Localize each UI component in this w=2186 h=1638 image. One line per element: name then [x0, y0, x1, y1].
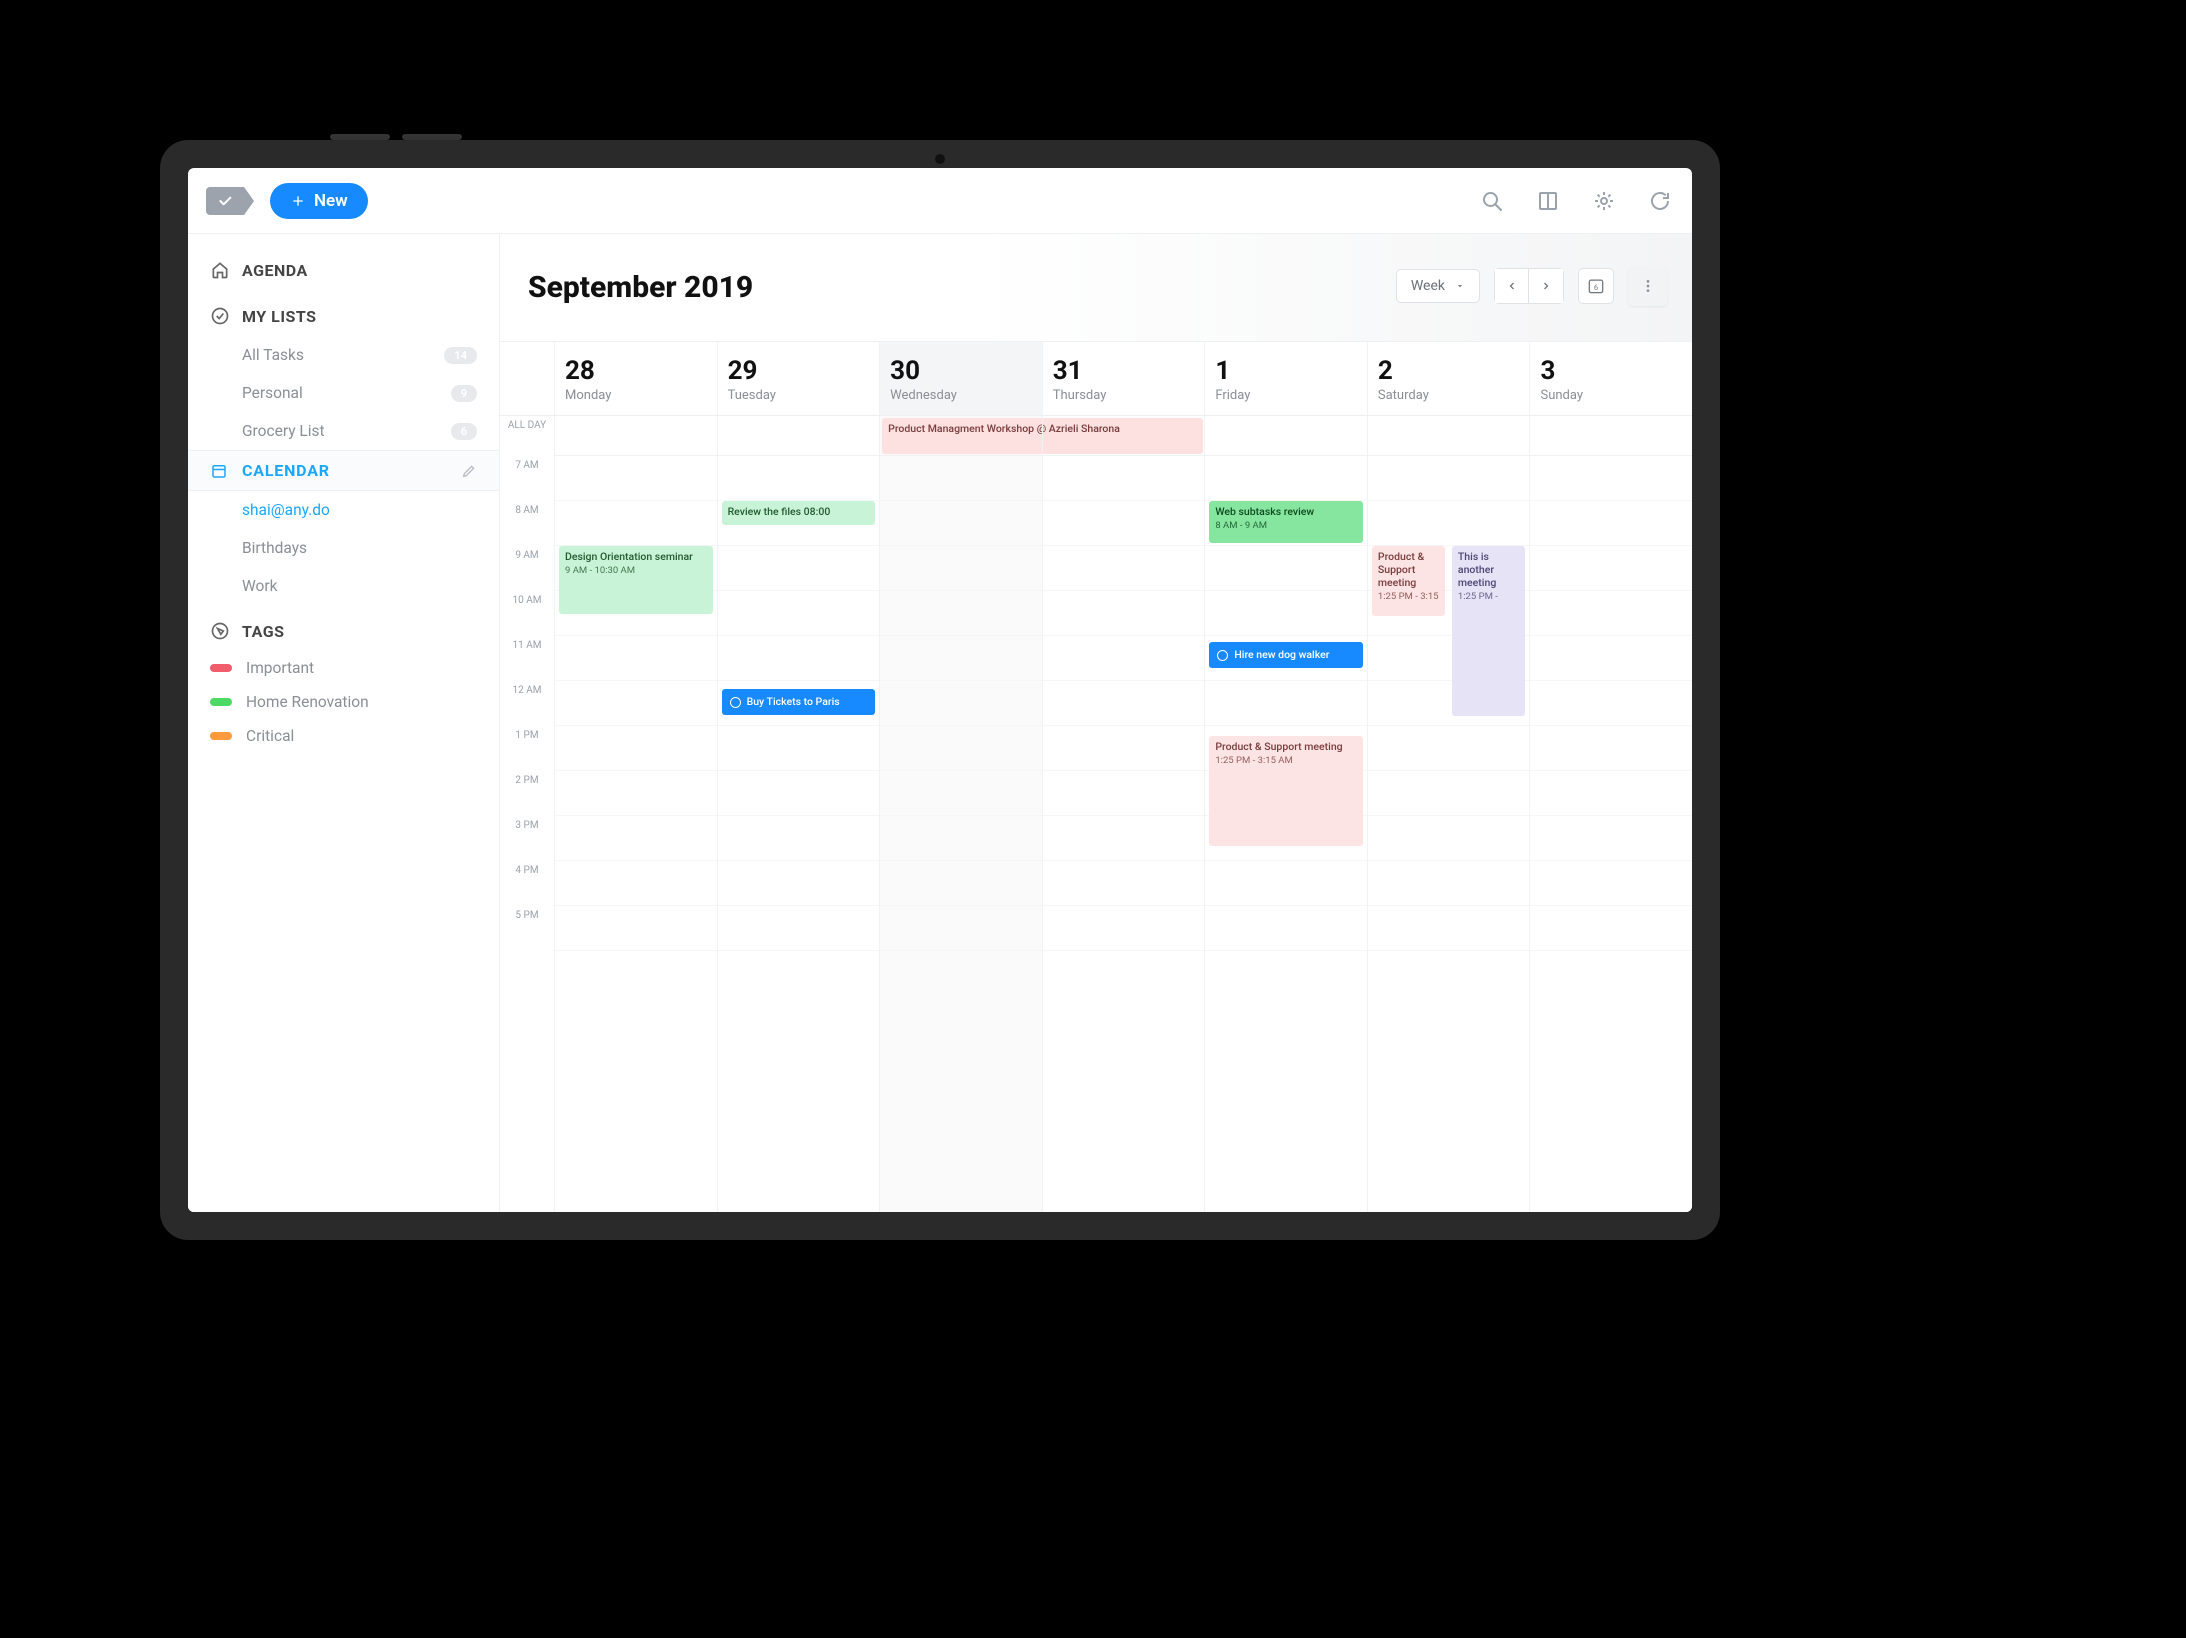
sidebar-list-count: 9	[451, 385, 477, 402]
day-header[interactable]: 2Saturday	[1367, 342, 1530, 415]
day-column-monday[interactable]: Design Orientation seminar 9 AM - 10:30 …	[554, 416, 717, 1212]
event-design-seminar[interactable]: Design Orientation seminar 9 AM - 10:30 …	[559, 546, 713, 614]
tablet-hw-buttons	[330, 134, 462, 140]
tag-label: Important	[246, 659, 314, 677]
more-vertical-icon	[1640, 278, 1656, 294]
sidebar-list-label: Grocery List	[242, 422, 325, 440]
sidebar-calendar-header[interactable]: CALENDAR	[188, 450, 499, 491]
event-dog-walker[interactable]: Hire new dog walker	[1209, 642, 1363, 668]
sidebar: AGENDA MY LISTS All Tasks 14 Personal 9 …	[188, 234, 500, 1212]
event-web-subtasks[interactable]: Web subtasks review 8 AM - 9 AM	[1209, 501, 1363, 543]
sidebar-tag-critical[interactable]: Critical	[188, 719, 499, 753]
view-selector-label: Week	[1411, 278, 1445, 294]
event-product-support-sat[interactable]: Product & Support meeting 1:25 PM - 3:15	[1372, 546, 1446, 616]
calendar-title: September 2019	[528, 270, 753, 305]
new-button-label: New	[314, 191, 348, 211]
day-header[interactable]: 1Friday	[1204, 342, 1367, 415]
home-icon	[210, 260, 230, 280]
event-review-files[interactable]: Review the files 08:00	[722, 501, 876, 525]
tag-swatch	[210, 732, 232, 740]
sidebar-list-label: Personal	[242, 384, 303, 402]
sidebar-tag-important[interactable]: Important	[188, 651, 499, 685]
chevron-right-icon	[1540, 280, 1552, 292]
svg-text:6: 6	[1594, 283, 1598, 292]
sidebar-calendar-account[interactable]: shai@any.do	[188, 491, 499, 529]
sidebar-calendar-work[interactable]: Work	[188, 567, 499, 605]
task-circle-icon	[730, 697, 741, 708]
sidebar-list-count: 6	[451, 423, 477, 440]
sidebar-tags-header[interactable]: TAGS	[188, 605, 499, 651]
event-product-support-fri[interactable]: Product & Support meeting 1:25 PM - 3:15…	[1209, 736, 1363, 846]
sidebar-tag-home-renovation[interactable]: Home Renovation	[188, 685, 499, 719]
agenda-label: AGENDA	[242, 261, 308, 280]
view-selector[interactable]: Week	[1396, 269, 1480, 303]
sidebar-mylists-header[interactable]: MY LISTS	[188, 290, 499, 336]
tag-label: Critical	[246, 727, 294, 745]
screen: New AGENDA	[188, 168, 1692, 1212]
day-header[interactable]: 29Tuesday	[717, 342, 880, 415]
new-button[interactable]: New	[270, 183, 368, 219]
day-column-thursday[interactable]	[1042, 416, 1205, 1212]
next-week-button[interactable]	[1529, 269, 1563, 303]
tags-label: TAGS	[242, 622, 284, 641]
gear-icon	[1592, 189, 1616, 213]
event-buy-tickets[interactable]: Buy Tickets to Paris	[722, 689, 876, 715]
check-circle-icon	[210, 306, 230, 326]
allday-label: ALL DAY	[500, 416, 554, 456]
event-another-meeting[interactable]: This is another meeting 1:25 PM -	[1452, 546, 1526, 716]
app-logo-chip[interactable]	[206, 187, 244, 215]
more-button[interactable]	[1628, 266, 1668, 306]
day-column-friday[interactable]: Web subtasks review 8 AM - 9 AM Hire new…	[1204, 416, 1367, 1212]
task-circle-icon	[1217, 650, 1228, 661]
sidebar-list-personal[interactable]: Personal 9	[188, 374, 499, 412]
calendar-main: September 2019 Week	[500, 234, 1692, 1212]
day-column-sunday[interactable]	[1529, 416, 1692, 1212]
sidebar-list-all-tasks[interactable]: All Tasks 14	[188, 336, 499, 374]
day-header[interactable]: 31Thursday	[1042, 342, 1205, 415]
calendar-grid[interactable]: ALL DAY 7 AM 8 AM 9 AM 10 AM 11 AM 12 AM…	[500, 416, 1692, 1212]
book-icon	[1536, 189, 1560, 213]
day-column-wednesday[interactable]: Product Managment Workshop @ Azrieli Sha…	[879, 416, 1042, 1212]
sidebar-agenda-header[interactable]: AGENDA	[188, 244, 499, 290]
panels-button[interactable]	[1534, 187, 1562, 215]
prev-week-button[interactable]	[1495, 269, 1529, 303]
day-header-row: 28Monday 29Tuesday 30Wednesday 31Thursda…	[500, 342, 1692, 416]
mylists-label: MY LISTS	[242, 307, 317, 326]
sync-icon	[1648, 189, 1672, 213]
sync-button[interactable]	[1646, 187, 1674, 215]
today-button[interactable]: 6	[1578, 268, 1614, 304]
tag-label: Home Renovation	[246, 693, 369, 711]
day-column-tuesday[interactable]: Review the files 08:00 Buy Tickets to Pa…	[717, 416, 880, 1212]
calendar-icon	[210, 462, 228, 480]
calendar-label: CALENDAR	[242, 461, 330, 480]
calendar-today-icon: 6	[1586, 276, 1606, 296]
sidebar-calendar-birthdays[interactable]: Birthdays	[188, 529, 499, 567]
tag-icon	[210, 621, 230, 641]
week-nav	[1494, 268, 1564, 304]
sidebar-list-label: All Tasks	[242, 346, 304, 364]
plus-icon	[290, 193, 306, 209]
settings-button[interactable]	[1590, 187, 1618, 215]
check-icon	[217, 193, 233, 209]
search-button[interactable]	[1478, 187, 1506, 215]
sidebar-list-grocery[interactable]: Grocery List 6	[188, 412, 499, 450]
caret-down-icon	[1455, 281, 1465, 291]
day-header[interactable]: 3Sunday	[1529, 342, 1692, 415]
calendar-header: September 2019 Week	[500, 234, 1692, 342]
top-toolbar: New	[188, 168, 1692, 234]
sidebar-list-count: 14	[444, 347, 477, 364]
day-header[interactable]: 28Monday	[554, 342, 717, 415]
day-header-today[interactable]: 30Wednesday	[879, 342, 1042, 415]
tag-swatch	[210, 698, 232, 706]
chevron-left-icon	[1506, 280, 1518, 292]
tablet-frame: New AGENDA	[160, 140, 1720, 1240]
pencil-icon[interactable]	[461, 463, 477, 479]
tag-swatch	[210, 664, 232, 672]
search-icon	[1480, 189, 1504, 213]
day-column-saturday[interactable]: Product & Support meeting 1:25 PM - 3:15…	[1367, 416, 1530, 1212]
time-column: ALL DAY 7 AM 8 AM 9 AM 10 AM 11 AM 12 AM…	[500, 416, 554, 1212]
